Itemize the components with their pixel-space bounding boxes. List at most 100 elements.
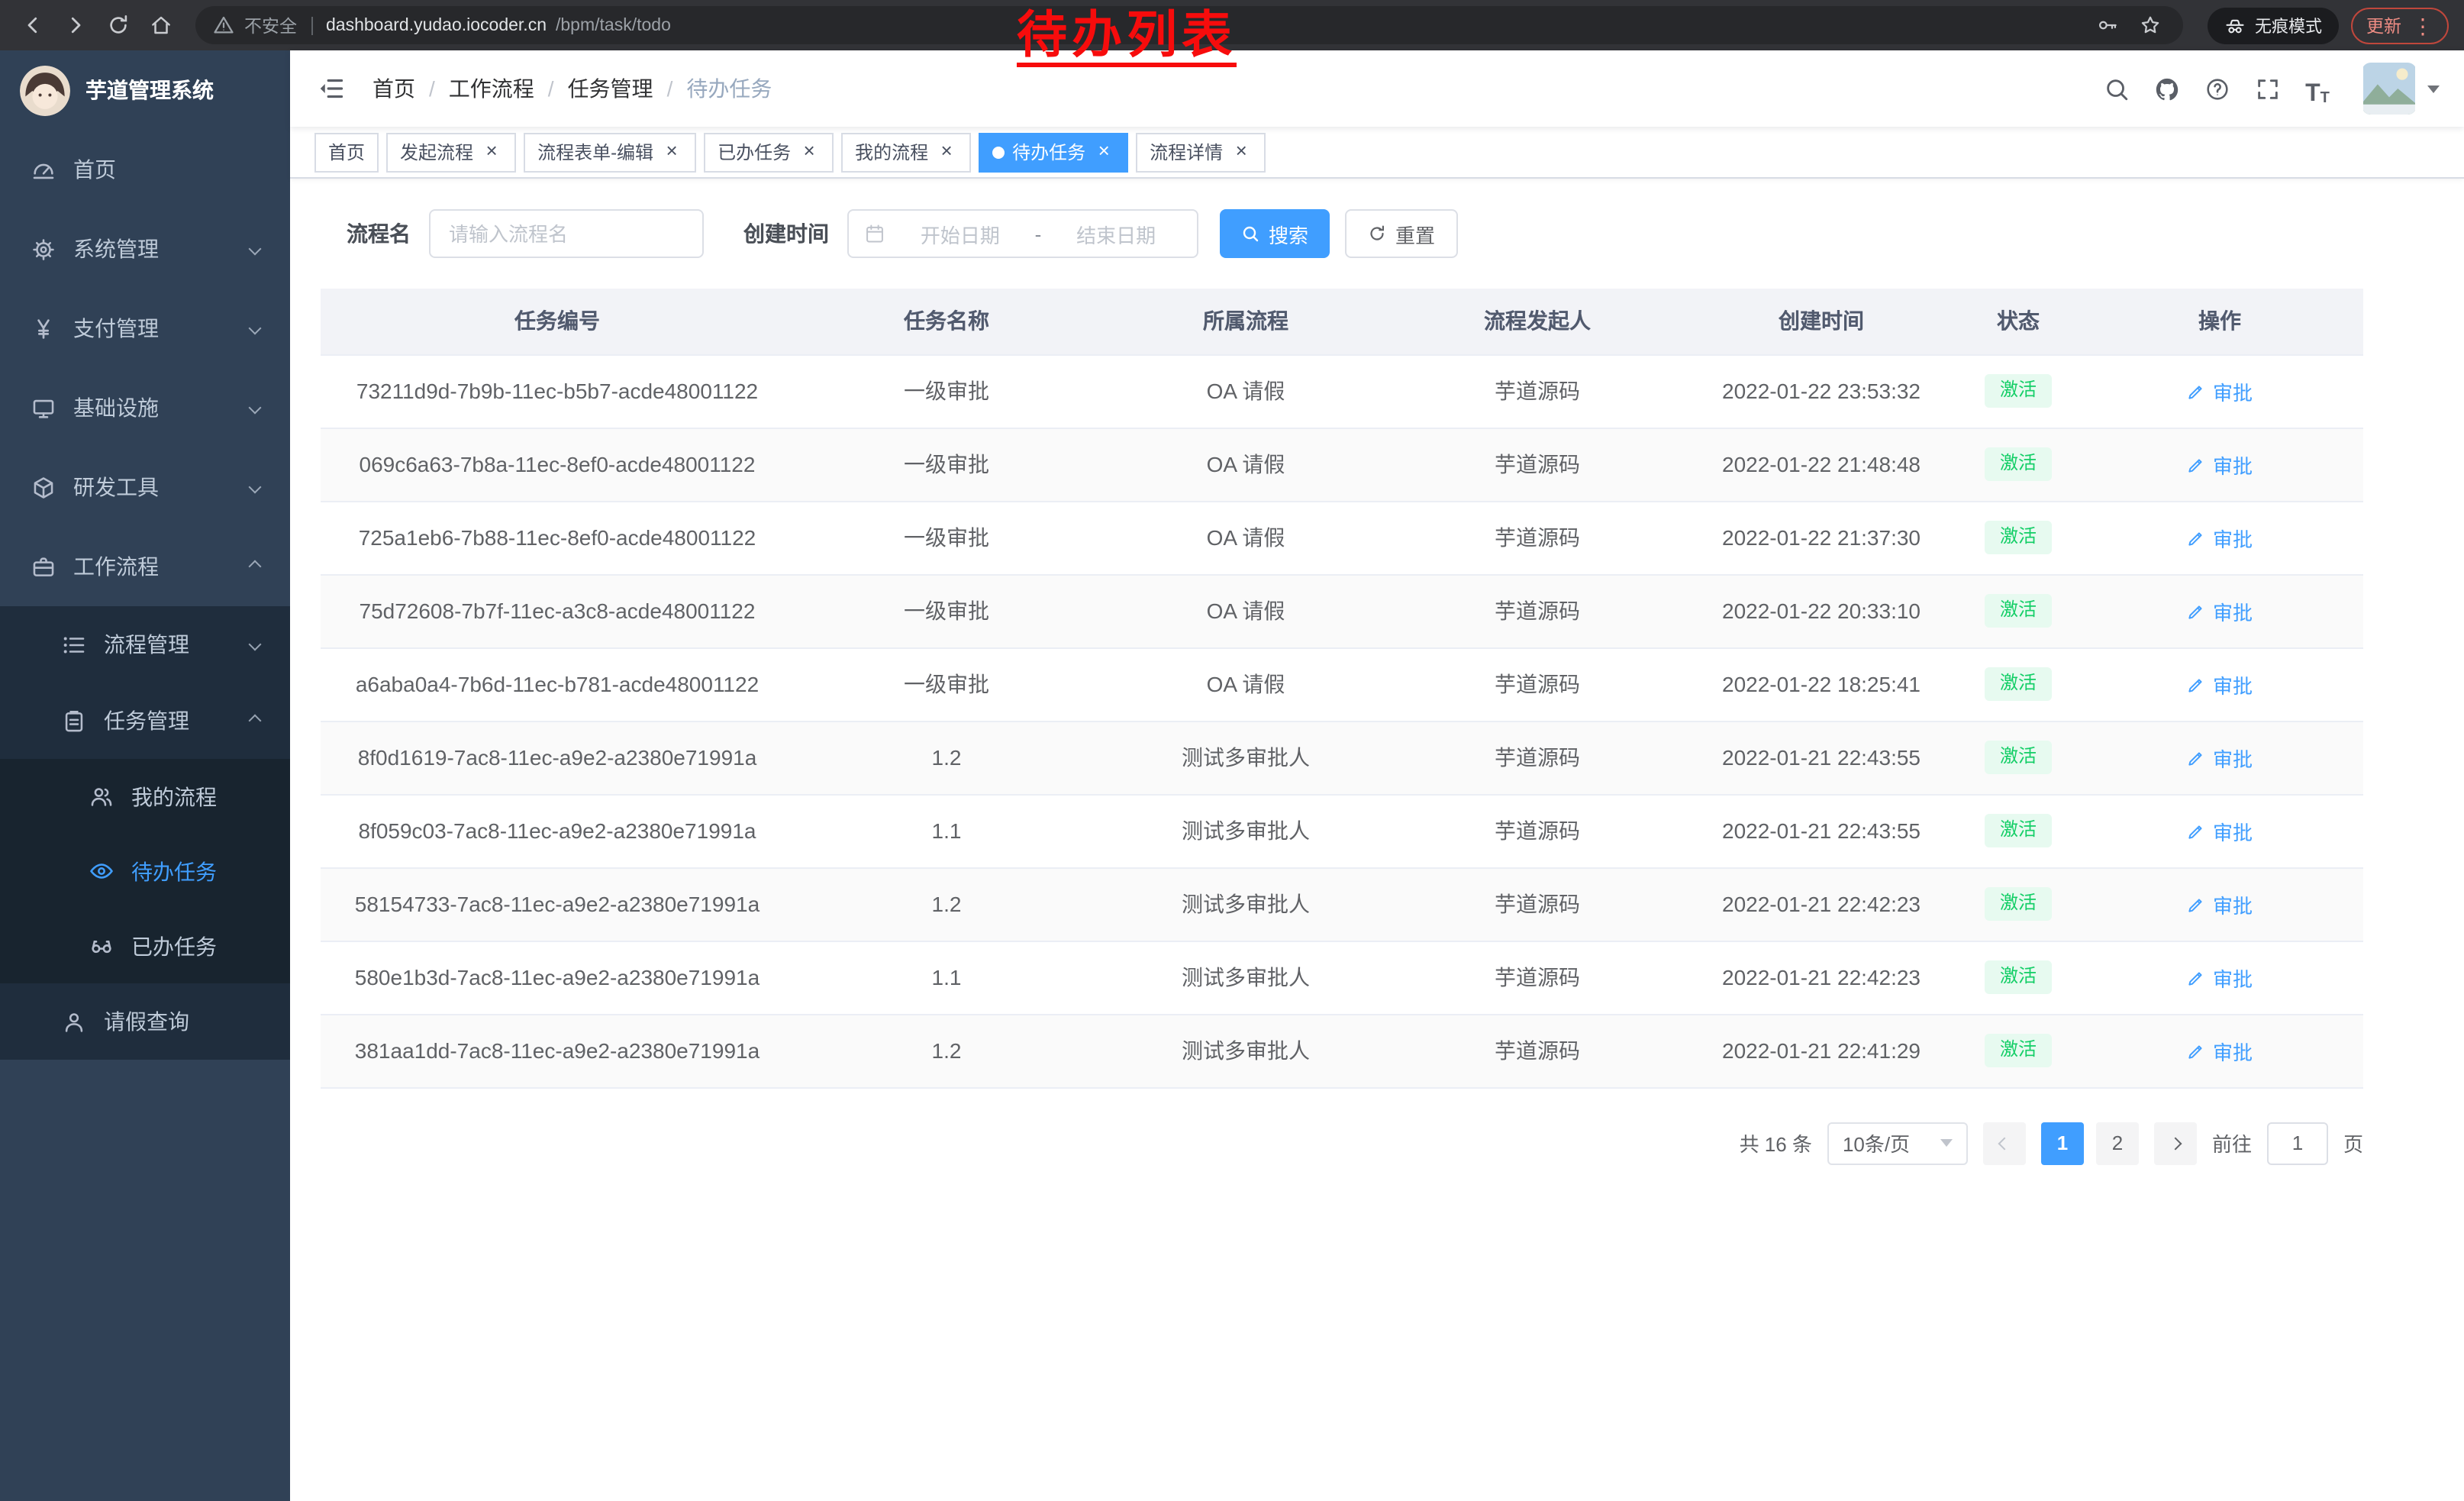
- calendar-icon: [864, 223, 885, 244]
- sidebar-item-payment[interactable]: 支付管理: [0, 289, 290, 368]
- cell-starter: 芋道源码: [1392, 941, 1682, 1014]
- tab-close-icon[interactable]: ×: [936, 141, 957, 163]
- tab[interactable]: 已办任务 ×: [704, 132, 834, 172]
- bookmark-button[interactable]: [2133, 8, 2166, 42]
- tab[interactable]: 首页 ×: [314, 132, 379, 172]
- cell-process: 测试多审批人: [1099, 867, 1392, 941]
- sidebar-item-infrastructure[interactable]: 基础设施: [0, 368, 290, 447]
- approve-link[interactable]: 审批: [2187, 816, 2253, 845]
- page-size-value: 10条/页: [1843, 1128, 1910, 1157]
- next-page-button[interactable]: [2154, 1122, 2197, 1164]
- question-icon: [2204, 76, 2230, 102]
- cell-task-name: 1.2: [794, 1014, 1099, 1087]
- tab-close-icon[interactable]: ×: [798, 141, 820, 163]
- page-size-select[interactable]: 10条/页: [1827, 1122, 1968, 1164]
- tab[interactable]: 待办任务 ×: [979, 132, 1128, 172]
- sidebar-item-workflow[interactable]: 工作流程: [0, 527, 290, 606]
- tab[interactable]: 流程表单-编辑 ×: [524, 132, 696, 172]
- breadcrumb-separator: /: [548, 76, 554, 101]
- update-label: 更新: [2366, 13, 2401, 37]
- cell-created: 2022-01-22 20:33:10: [1682, 574, 1960, 647]
- breadcrumb-workflow[interactable]: 工作流程: [449, 73, 534, 104]
- user-menu[interactable]: [2362, 63, 2440, 115]
- content-area: 首页 / 工作流程 / 任务管理 / 待办任务: [290, 50, 2464, 1501]
- approve-label: 审批: [2213, 670, 2253, 699]
- browser-back-button[interactable]: [12, 5, 52, 45]
- page-number-button[interactable]: 1: [2041, 1122, 2084, 1164]
- approve-label: 审批: [2213, 889, 2253, 918]
- tab-close-icon[interactable]: ×: [1230, 141, 1252, 163]
- sidebar-item-done-tasks[interactable]: 已办任务: [0, 909, 290, 983]
- start-date-placeholder[interactable]: 开始日期: [895, 219, 1026, 248]
- sidebar-item-label: 流程管理: [104, 629, 189, 660]
- font-size-button[interactable]: TT: [2299, 70, 2336, 107]
- approve-link[interactable]: 审批: [2187, 523, 2253, 552]
- sidebar-item-my-process[interactable]: 我的流程: [0, 759, 290, 834]
- page-number-button[interactable]: 2: [2096, 1122, 2139, 1164]
- prev-page-button[interactable]: [1983, 1122, 2026, 1164]
- goto-unit-label: 页: [2343, 1128, 2363, 1157]
- sidebar-item-system[interactable]: 系统管理: [0, 209, 290, 289]
- chevron-down-icon: [249, 402, 262, 415]
- edit-icon: [2187, 1041, 2207, 1060]
- sidebar-item-home[interactable]: 首页: [0, 130, 290, 209]
- sidebar-item-todo-tasks[interactable]: 待办任务: [0, 834, 290, 909]
- page-numbers: 12: [2041, 1122, 2139, 1164]
- goto-page-input[interactable]: [2267, 1122, 2328, 1164]
- browser-forward-button[interactable]: [55, 5, 95, 45]
- tab[interactable]: 流程详情 ×: [1136, 132, 1266, 172]
- cell-task-name: 一级审批: [794, 574, 1099, 647]
- status-badge: 激活: [1985, 887, 2052, 920]
- sidebar-item-process-mgmt[interactable]: 流程管理: [0, 606, 290, 683]
- browser-menu-icon[interactable]: ⋮: [2412, 15, 2433, 36]
- cell-task-name: 一级审批: [794, 428, 1099, 501]
- browser-update-button[interactable]: 更新 ⋮: [2351, 7, 2449, 44]
- approve-link[interactable]: 审批: [2187, 889, 2253, 918]
- end-date-placeholder[interactable]: 结束日期: [1050, 219, 1182, 248]
- process-name-label: 流程名: [347, 218, 411, 249]
- sidebar-collapse-button[interactable]: [314, 72, 348, 105]
- help-button[interactable]: [2198, 70, 2235, 107]
- saved-passwords-button[interactable]: [2090, 8, 2124, 42]
- sidebar-item-task-mgmt[interactable]: 任务管理: [0, 683, 290, 759]
- font-size-icon: T: [2305, 82, 2320, 107]
- approve-link[interactable]: 审批: [2187, 596, 2253, 625]
- approve-link[interactable]: 审批: [2187, 963, 2253, 992]
- search-button[interactable]: 搜索: [1220, 209, 1330, 258]
- date-range-picker[interactable]: 开始日期 - 结束日期: [847, 209, 1198, 258]
- approve-link[interactable]: 审批: [2187, 743, 2253, 772]
- sidebar-item-leave-query[interactable]: 请假查询: [0, 983, 290, 1060]
- edit-icon: [2187, 674, 2207, 694]
- sidebar-item-label: 待办任务: [131, 856, 217, 886]
- approve-link[interactable]: 审批: [2187, 450, 2253, 479]
- sidebar-menu: 首页 系统管理 支付管理 基础设施: [0, 130, 290, 1060]
- approve-label: 审批: [2213, 523, 2253, 552]
- process-name-input[interactable]: [429, 209, 704, 258]
- cell-starter: 芋道源码: [1392, 428, 1682, 501]
- approve-link[interactable]: 审批: [2187, 1036, 2253, 1065]
- github-button[interactable]: [2148, 70, 2185, 107]
- reset-button[interactable]: 重置: [1345, 209, 1458, 258]
- tab-close-icon[interactable]: ×: [481, 141, 502, 163]
- approve-link[interactable]: 审批: [2187, 376, 2253, 405]
- sidebar-item-devtools[interactable]: 研发工具: [0, 447, 290, 527]
- cell-process: 测试多审批人: [1099, 941, 1392, 1014]
- tab[interactable]: 我的流程 ×: [841, 132, 971, 172]
- col-actions: 操作: [2076, 289, 2363, 354]
- tab-close-icon[interactable]: ×: [661, 141, 682, 163]
- fullscreen-button[interactable]: [2249, 70, 2285, 107]
- cell-process: 测试多审批人: [1099, 1014, 1392, 1087]
- approve-link[interactable]: 审批: [2187, 670, 2253, 699]
- breadcrumb-task-mgmt[interactable]: 任务管理: [568, 73, 653, 104]
- table-row: 58154733-7ac8-11ec-a9e2-a2380e71991a 1.2…: [321, 867, 2363, 941]
- tab[interactable]: 发起流程 ×: [386, 132, 516, 172]
- header-search-button[interactable]: [2098, 70, 2134, 107]
- app-logo[interactable]: 芋道管理系统: [0, 50, 290, 130]
- github-icon: [2153, 76, 2179, 102]
- table-row: 725a1eb6-7b88-11ec-8ef0-acde48001122 一级审…: [321, 501, 2363, 574]
- tab-close-icon[interactable]: ×: [1093, 141, 1114, 163]
- browser-reload-button[interactable]: [98, 5, 137, 45]
- warning-icon: [212, 14, 235, 37]
- breadcrumb-home[interactable]: 首页: [373, 73, 415, 104]
- browser-home-button[interactable]: [140, 5, 180, 45]
